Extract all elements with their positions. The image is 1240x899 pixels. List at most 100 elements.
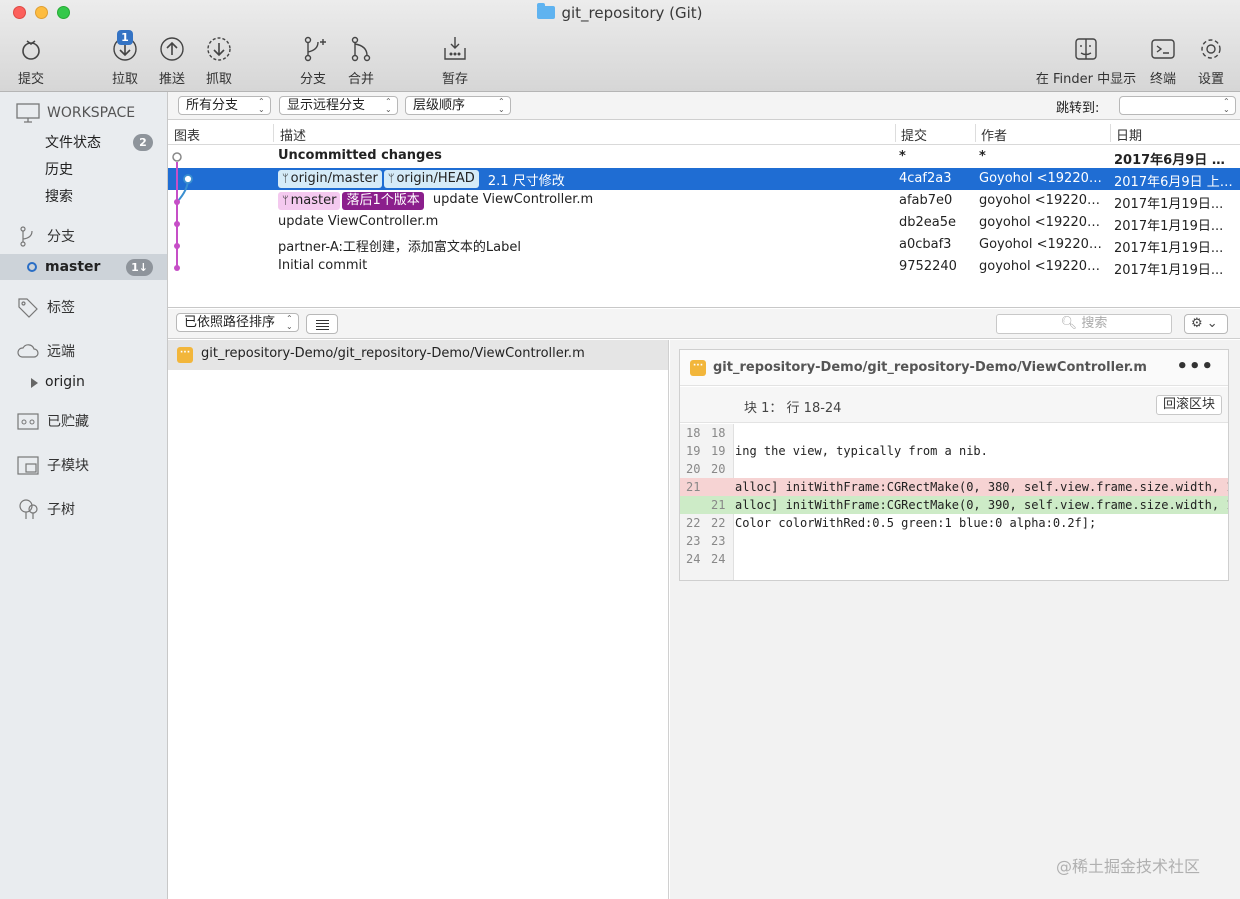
- remote-branches-select[interactable]: 显示远程分支: [279, 96, 398, 115]
- commit-graph: [172, 152, 193, 271]
- monitor-icon: [16, 103, 40, 123]
- push-icon: [160, 37, 184, 61]
- current-branch-icon: [27, 262, 37, 272]
- gear-icon: ⚙: [1191, 316, 1203, 331]
- file-row[interactable]: ··· git_repository-Demo/git_repository-D…: [168, 340, 668, 370]
- show-in-finder-button[interactable]: 在 Finder 中显示: [1034, 34, 1138, 87]
- window-title: git_repository (Git): [0, 3, 1240, 22]
- commit-row[interactable]: partner-A:工程创建，添加富文本的Label a0cbaf3 Goyoh…: [168, 234, 1240, 256]
- column-commit[interactable]: 提交: [901, 125, 927, 144]
- finder-icon: [1075, 38, 1097, 60]
- file-list-toolbar: 已依照路径排序 🔍︎ 搜索 ⚙ ⌄: [168, 309, 1240, 339]
- branch-icon: ᛘ: [282, 172, 289, 185]
- graph-node: [183, 174, 193, 184]
- fetch-button[interactable]: 抓取: [202, 34, 236, 87]
- graph-node: [174, 265, 180, 271]
- tag-icon: [18, 298, 38, 318]
- sidebar-item-master[interactable]: master 1↓: [0, 254, 167, 280]
- branch-button[interactable]: 分支: [296, 34, 330, 87]
- sidebar-workspace[interactable]: WORKSPACE: [0, 100, 167, 126]
- branch-icon: [20, 226, 33, 247]
- stash-icon: [444, 37, 466, 60]
- push-button[interactable]: 推送: [155, 34, 189, 87]
- file-search-input[interactable]: 🔍︎ 搜索: [996, 314, 1172, 334]
- column-graph[interactable]: 图表: [174, 125, 200, 144]
- behind-tag: 落后1个版本: [342, 192, 424, 210]
- fetch-icon: [207, 37, 231, 61]
- sidebar-item-history[interactable]: 历史: [0, 156, 167, 182]
- graph-node: [174, 243, 180, 249]
- sidebar-subtrees-header[interactable]: 子树: [0, 496, 167, 522]
- gear-icon: [1201, 39, 1221, 59]
- diff-line: 18 18: [686, 426, 726, 440]
- diff-line: 23 23: [686, 534, 726, 548]
- sidebar-stashes-header[interactable]: 已贮藏: [0, 408, 167, 434]
- merge-button[interactable]: 合并: [344, 34, 378, 87]
- diff-line: 24 24: [686, 552, 726, 566]
- remote-head-tag: ᛘ origin/HEAD: [383, 170, 479, 188]
- file-options-button[interactable]: ⚙ ⌄: [1184, 314, 1228, 334]
- commit-row[interactable]: update ViewController.m db2ea5e goyohol …: [168, 212, 1240, 234]
- stash-button[interactable]: 暂存: [438, 34, 472, 87]
- branch-icon: ᛘ: [387, 172, 395, 185]
- more-options-icon[interactable]: •••: [1176, 356, 1214, 377]
- terminal-button[interactable]: 终端: [1146, 34, 1180, 87]
- revert-hunk-button[interactable]: 回滚区块: [1155, 395, 1222, 415]
- search-icon: 🔍︎: [1060, 316, 1078, 331]
- cloud-icon: [17, 344, 39, 358]
- graph-node: [174, 199, 180, 205]
- pull-count-badge: 1: [117, 30, 133, 45]
- modified-file-icon: ···: [690, 360, 706, 376]
- commit-table-header: 图表 描述 提交 作者 日期: [168, 121, 1240, 145]
- watermark: @稀土掘金技术社区: [1056, 857, 1201, 876]
- branch-filter-select[interactable]: 所有分支: [178, 96, 271, 115]
- column-description[interactable]: 描述: [280, 125, 306, 144]
- local-branch-tag: ᛘ master: [278, 192, 341, 210]
- file-status-count-badge: 2: [133, 134, 153, 151]
- settings-button[interactable]: 设置: [1194, 34, 1228, 87]
- commit-row[interactable]: Uncommitted changes * * 2017年6月9日 上午...: [168, 146, 1240, 168]
- hunk-header: 块 1： 行 18-24 回滚区块: [680, 387, 1228, 423]
- column-author[interactable]: 作者: [981, 125, 1007, 144]
- branch-icon: ᛘ: [282, 194, 289, 207]
- order-select[interactable]: 层级顺序: [405, 96, 511, 115]
- jump-to-label: 跳转到:: [1056, 101, 1100, 116]
- submodule-icon: [17, 456, 39, 475]
- commit-row[interactable]: ᛘ master 落后1个版本 update ViewController.m af…: [168, 190, 1240, 212]
- sidebar-remotes-header[interactable]: 远端: [0, 338, 167, 364]
- column-date[interactable]: 日期: [1116, 125, 1142, 144]
- sidebar-item-search[interactable]: 搜索: [0, 183, 167, 209]
- sidebar: WORKSPACE 文件状态 2 历史 搜索 分支 master 1↓ 标签 远…: [0, 92, 168, 899]
- diff-line-removed: 21 alloc] initWithFrame:CGRectMake(0, 38…: [680, 478, 1228, 496]
- graph-node-uncommitted: [172, 152, 182, 162]
- sidebar-tags-header[interactable]: 标签: [0, 294, 167, 320]
- modified-file-icon: ···: [177, 347, 193, 363]
- merge-icon: [351, 36, 371, 62]
- tree-icon: [19, 499, 38, 519]
- folder-icon: [537, 3, 556, 19]
- remote-branch-tag: ᛘ origin/master: [278, 170, 382, 188]
- commit-button[interactable]: 提交: [14, 34, 48, 87]
- chevron-down-icon: ⌄: [1206, 316, 1218, 331]
- history-filter-bar: 所有分支 显示远程分支 层级顺序 跳转到:: [168, 92, 1240, 120]
- diff-line: 20 20: [686, 462, 726, 476]
- sidebar-branches-header[interactable]: 分支: [0, 223, 167, 249]
- commit-row-selected[interactable]: ᛘ origin/master ᛘ origin/HEAD 2.1 尺寸修改 4caf…: [168, 168, 1240, 190]
- commit-icon: [22, 40, 40, 60]
- list-view-button[interactable]: [306, 314, 338, 334]
- sidebar-item-origin[interactable]: origin: [0, 369, 167, 395]
- sidebar-item-file-status[interactable]: 文件状态 2: [0, 129, 167, 155]
- stash-icon: [17, 413, 39, 430]
- disclosure-triangle-icon[interactable]: [31, 378, 38, 388]
- commit-row[interactable]: Initial commit 9752240 goyohol <1922003.…: [168, 256, 1240, 278]
- sidebar-submodules-header[interactable]: 子模块: [0, 452, 167, 478]
- file-sort-select[interactable]: 已依照路径排序: [176, 313, 299, 332]
- diff-pane: ··· git_repository-Demo/git_repository-D…: [670, 340, 1240, 899]
- diff-line: 19 19 ing the view, typically from a nib.: [686, 444, 988, 458]
- changed-files-list: ··· git_repository-Demo/git_repository-D…: [168, 340, 669, 899]
- terminal-icon: [1151, 39, 1175, 59]
- jump-to-select[interactable]: [1119, 96, 1236, 115]
- window-toolbar: git_repository (Git) 提交 1 拉取 推送 抓取 分支 合并…: [0, 0, 1240, 92]
- pull-button[interactable]: 1 拉取: [108, 30, 142, 87]
- master-behind-badge: 1↓: [126, 259, 153, 276]
